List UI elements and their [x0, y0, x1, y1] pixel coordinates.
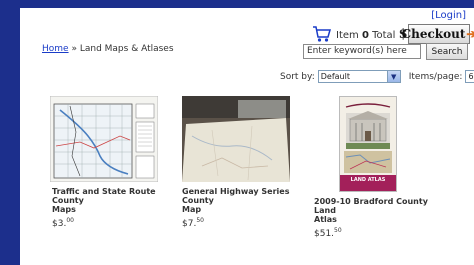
price-cents: 50: [334, 227, 342, 234]
product-price: $7.50: [182, 217, 302, 229]
price-main: $51.: [314, 229, 335, 239]
atlas-cover-title: LAND ATLAS: [350, 177, 386, 183]
checkout-button[interactable]: Checkout ➔: [402, 24, 474, 44]
search-input[interactable]: Enter keyword(s) here: [303, 44, 421, 59]
product-title-line: Maps: [52, 205, 76, 214]
product-image-land-atlas[interactable]: LAND ATLAS: [339, 96, 397, 192]
breadcrumb-home-link[interactable]: Home: [42, 44, 69, 54]
breadcrumb-current: Land Maps & Atlases: [79, 44, 174, 54]
price-main: $7.: [182, 219, 197, 229]
cart-total-label: Total: [372, 29, 396, 41]
items-per-page-label: Items/page:: [408, 71, 463, 82]
price-cents: 50: [196, 217, 204, 224]
product-title[interactable]: 2009-10 Bradford County Land Atlas: [314, 197, 434, 224]
product-title-line: 2009-10 Bradford County Land: [314, 197, 428, 215]
cart-item-label: Item: [336, 29, 359, 41]
items-per-page-select[interactable]: 6 ▼: [465, 70, 474, 83]
product-title-line: General Highway Series County: [182, 187, 290, 205]
arrow-right-icon: ➔: [466, 27, 474, 41]
login-link[interactable]: [Login]: [431, 10, 466, 21]
product-title-line: Atlas: [314, 215, 337, 224]
product-image-highway-map[interactable]: [182, 96, 290, 182]
sort-bar: Sort by: Default ▼ Items/page: 6 ▼: [280, 70, 474, 83]
checkout-label: Checkout: [401, 27, 466, 41]
cart-item-count: 0: [361, 29, 369, 41]
chevron-down-icon: ▼: [386, 71, 400, 82]
product-card[interactable]: 2009-10 Bradford County Land Atlas $51.5…: [314, 197, 434, 239]
content-page: [Login] Item 0 Total $0.00 Checkout ➔ Ho…: [20, 8, 474, 265]
sort-selected-value: Default: [320, 72, 350, 81]
product-price: $51.50: [314, 227, 434, 239]
product-title-line: Map: [182, 205, 202, 214]
product-image-county-map[interactable]: [50, 96, 158, 182]
product-price: $3.00: [52, 217, 172, 229]
sort-select[interactable]: Default ▼: [317, 70, 401, 83]
shopping-cart-icon: [313, 26, 331, 42]
search-button[interactable]: Search: [426, 43, 468, 60]
product-card[interactable]: Traffic and State Route County Maps $3.0…: [52, 187, 172, 229]
product-title[interactable]: General Highway Series County Map: [182, 187, 302, 214]
price-main: $3.: [52, 219, 67, 229]
product-title-line: Traffic and State Route County: [52, 187, 156, 205]
items-per-page-value: 6: [468, 72, 474, 81]
breadcrumb: Home » Land Maps & Atlases: [42, 44, 174, 54]
product-title[interactable]: Traffic and State Route County Maps: [52, 187, 172, 214]
price-cents: 00: [66, 217, 74, 224]
breadcrumb-separator: »: [71, 44, 77, 54]
sort-label: Sort by:: [280, 71, 315, 82]
product-card[interactable]: General Highway Series County Map $7.50: [182, 187, 302, 229]
